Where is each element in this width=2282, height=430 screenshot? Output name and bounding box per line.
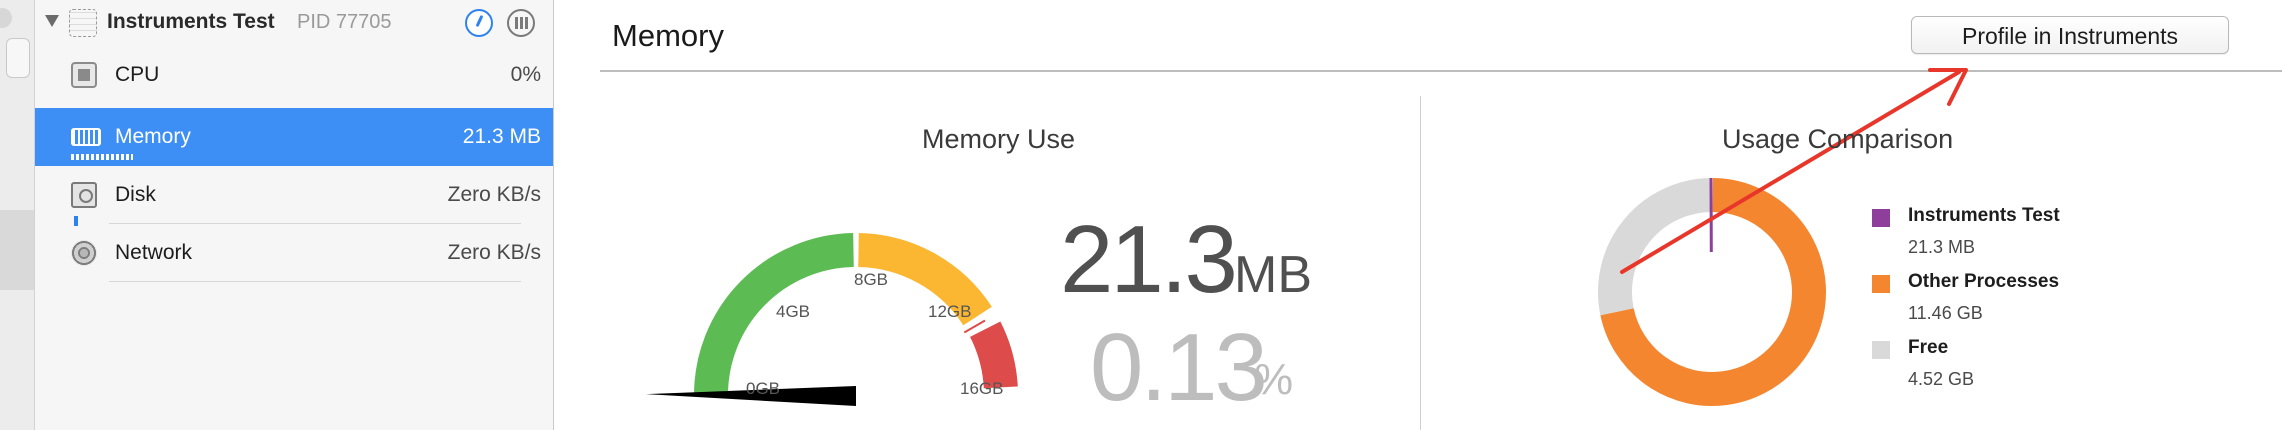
gauge-label: Network	[115, 241, 193, 264]
legend-swatch	[1872, 209, 1890, 227]
left-navigator-strip	[0, 0, 35, 430]
navigator-toggle-button[interactable]	[6, 38, 30, 78]
gauge-row-disk[interactable]: Disk Zero KB/s	[35, 166, 553, 226]
gauge-value: 21.3 MB	[462, 125, 541, 148]
gauge-arc-low	[694, 233, 855, 396]
memory-percent: 0.13	[1090, 314, 1268, 421]
gauge-tick-label: 4GB	[776, 302, 811, 321]
gauge-value: Zero KB/s	[447, 241, 541, 264]
gauge-tick-label: 8GB	[854, 270, 889, 289]
network-globe-icon	[71, 240, 97, 266]
legend-value: 21.3 MB	[1908, 237, 1976, 257]
gauge-row-network[interactable]: Network Zero KB/s	[35, 224, 553, 282]
legend-name: Instruments Test	[1908, 205, 2060, 226]
app-icon	[69, 9, 97, 37]
legend-name: Free	[1908, 337, 1949, 358]
memory-value: 21.3	[1060, 206, 1238, 313]
memory-chip-icon	[71, 128, 101, 146]
usage-comparison-heading: Usage Comparison	[1722, 124, 1954, 154]
gauge-tick-label: 0GB	[746, 379, 781, 398]
gauge-row-cpu[interactable]: CPU 0%	[35, 46, 553, 104]
gauge-row-memory[interactable]: Memory 21.3 MB	[35, 108, 553, 166]
debug-gauges-icon[interactable]	[465, 9, 493, 37]
gauge-tick-label: 12GB	[928, 302, 972, 321]
gauge-label: Memory	[115, 125, 191, 148]
gauge-label: Disk	[115, 183, 156, 206]
process-name: Instruments Test	[107, 10, 275, 33]
gauge-label: CPU	[115, 63, 160, 86]
disclosure-triangle-icon[interactable]	[45, 15, 59, 27]
gauge-value: Zero KB/s	[447, 183, 541, 206]
process-options-icon[interactable]	[507, 9, 535, 37]
gauge-value: 0%	[510, 63, 541, 86]
legend-value: 4.52 GB	[1908, 369, 1975, 389]
legend-value: 11.46 GB	[1908, 303, 1983, 323]
window-control-dot	[0, 8, 12, 28]
legend-swatch	[1872, 275, 1890, 293]
disk-icon	[71, 182, 97, 208]
debug-navigator-sidebar: Instruments Test PID 77705 CPU 0% Memory…	[35, 0, 554, 430]
memory-usage-bar	[71, 154, 133, 160]
process-pid: PID 77705	[297, 11, 392, 33]
memory-unit: MB	[1234, 246, 1312, 304]
cpu-icon	[71, 62, 97, 88]
memory-percent-unit: %	[1254, 355, 1294, 404]
row-separator	[109, 281, 521, 282]
donut-slice-free	[1598, 178, 1713, 316]
navigator-selection-block	[0, 210, 34, 290]
legend-swatch	[1872, 341, 1890, 359]
legend-name: Other Processes	[1908, 271, 2060, 292]
memory-report-pane: Memory Profile in Instruments Memory Use…	[554, 0, 2282, 430]
process-row[interactable]: Instruments Test PID 77705	[35, 0, 553, 46]
gauge-tick-label: 16GB	[960, 379, 1004, 398]
